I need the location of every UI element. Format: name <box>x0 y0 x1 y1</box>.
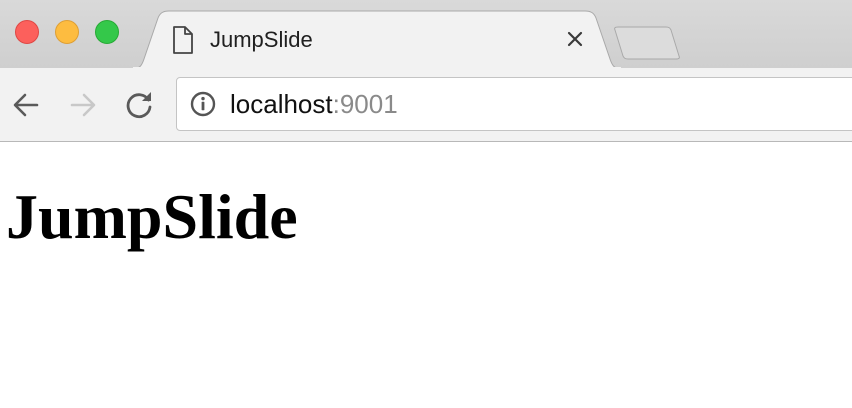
back-button[interactable] <box>9 88 43 122</box>
toolbar: localhost:9001 <box>0 68 852 142</box>
url-text[interactable]: localhost:9001 <box>230 89 398 120</box>
document-icon <box>173 26 193 54</box>
url-port: :9001 <box>332 89 398 119</box>
arrow-left-icon <box>13 93 39 117</box>
window-close-button[interactable] <box>15 20 39 44</box>
forward-button[interactable] <box>66 88 100 122</box>
browser-window: JumpSlide localhost:9001 JumpSlide <box>0 0 852 408</box>
page-title: JumpSlide <box>6 181 298 252</box>
active-tab[interactable]: JumpSlide <box>132 10 622 69</box>
address-bar[interactable]: localhost:9001 <box>176 77 852 131</box>
window-maximize-button[interactable] <box>95 20 119 44</box>
window-minimize-button[interactable] <box>55 20 79 44</box>
reload-button[interactable] <box>122 88 156 122</box>
info-icon[interactable] <box>190 91 216 117</box>
page-content: JumpSlide <box>0 142 852 408</box>
close-icon[interactable] <box>564 28 586 50</box>
tab-shape <box>132 10 622 69</box>
tab-title: JumpSlide <box>210 27 313 52</box>
tab-strip: JumpSlide <box>0 0 852 69</box>
url-host: localhost <box>230 89 333 119</box>
arrow-right-icon <box>70 93 96 117</box>
reload-icon <box>126 92 152 119</box>
new-tab-button[interactable] <box>612 26 680 60</box>
